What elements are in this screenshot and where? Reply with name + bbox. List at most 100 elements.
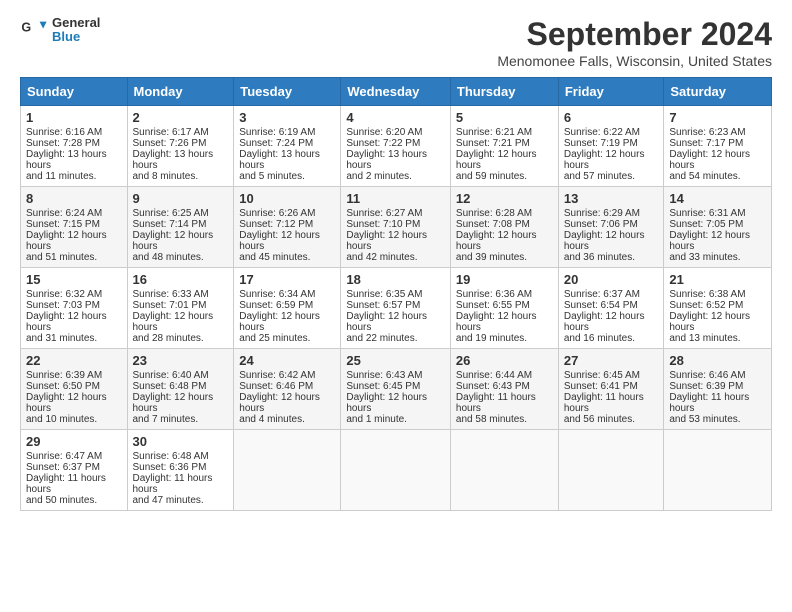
day-header-friday: Friday	[558, 78, 664, 106]
daylight-info-cont: and 8 minutes.	[133, 171, 199, 182]
calendar: SundayMondayTuesdayWednesdayThursdayFrid…	[20, 77, 772, 511]
sun-info: Sunrise: 6:22 AM	[564, 127, 640, 138]
calendar-cell: 10Sunrise: 6:26 AMSunset: 7:12 PMDayligh…	[234, 187, 341, 268]
calendar-cell: 28Sunrise: 6:46 AMSunset: 6:39 PMDayligh…	[664, 349, 772, 430]
day-number: 15	[26, 272, 122, 287]
daylight-info: Daylight: 13 hours hours	[346, 149, 427, 171]
calendar-cell	[664, 430, 772, 511]
sun-info: Sunset: 7:24 PM	[239, 138, 313, 149]
sun-info: Sunset: 7:22 PM	[346, 138, 420, 149]
calendar-week-row: 15Sunrise: 6:32 AMSunset: 7:03 PMDayligh…	[21, 268, 772, 349]
daylight-info-cont: and 36 minutes.	[564, 252, 635, 263]
sun-info: Sunrise: 6:21 AM	[456, 127, 532, 138]
day-number: 28	[669, 353, 766, 368]
sun-info: Sunset: 7:17 PM	[669, 138, 743, 149]
logo-line2: Blue	[52, 30, 100, 44]
daylight-info: Daylight: 12 hours hours	[456, 311, 537, 333]
daylight-info-cont: and 10 minutes.	[26, 414, 97, 425]
calendar-cell: 23Sunrise: 6:40 AMSunset: 6:48 PMDayligh…	[127, 349, 234, 430]
calendar-cell: 8Sunrise: 6:24 AMSunset: 7:15 PMDaylight…	[21, 187, 128, 268]
daylight-info-cont: and 51 minutes.	[26, 252, 97, 263]
calendar-cell: 29Sunrise: 6:47 AMSunset: 6:37 PMDayligh…	[21, 430, 128, 511]
daylight-info: Daylight: 11 hours hours	[26, 473, 106, 495]
daylight-info: Daylight: 11 hours hours	[564, 392, 644, 414]
sun-info: Sunset: 7:26 PM	[133, 138, 207, 149]
sun-info: Sunset: 6:39 PM	[669, 381, 743, 392]
calendar-week-row: 1Sunrise: 6:16 AMSunset: 7:28 PMDaylight…	[21, 106, 772, 187]
daylight-info: Daylight: 12 hours hours	[239, 392, 320, 414]
sun-info: Sunset: 6:57 PM	[346, 300, 420, 311]
day-number: 13	[564, 191, 659, 206]
sun-info: Sunrise: 6:46 AM	[669, 370, 745, 381]
day-number: 30	[133, 434, 229, 449]
daylight-info-cont: and 4 minutes.	[239, 414, 305, 425]
daylight-info: Daylight: 11 hours hours	[456, 392, 536, 414]
daylight-info-cont: and 22 minutes.	[346, 333, 417, 344]
calendar-cell: 11Sunrise: 6:27 AMSunset: 7:10 PMDayligh…	[341, 187, 451, 268]
calendar-cell	[234, 430, 341, 511]
daylight-info: Daylight: 12 hours hours	[564, 311, 645, 333]
day-number: 1	[26, 110, 122, 125]
daylight-info: Daylight: 13 hours hours	[26, 149, 107, 171]
sun-info: Sunrise: 6:28 AM	[456, 208, 532, 219]
sun-info: Sunrise: 6:27 AM	[346, 208, 422, 219]
sun-info: Sunrise: 6:26 AM	[239, 208, 315, 219]
daylight-info: Daylight: 12 hours hours	[669, 230, 750, 252]
sun-info: Sunset: 6:52 PM	[669, 300, 743, 311]
calendar-cell: 25Sunrise: 6:43 AMSunset: 6:45 PMDayligh…	[341, 349, 451, 430]
day-number: 24	[239, 353, 335, 368]
calendar-cell: 20Sunrise: 6:37 AMSunset: 6:54 PMDayligh…	[558, 268, 664, 349]
daylight-info-cont: and 1 minute.	[346, 414, 407, 425]
sun-info: Sunrise: 6:47 AM	[26, 451, 102, 462]
day-number: 9	[133, 191, 229, 206]
sun-info: Sunset: 6:50 PM	[26, 381, 100, 392]
calendar-week-row: 22Sunrise: 6:39 AMSunset: 6:50 PMDayligh…	[21, 349, 772, 430]
location-title: Menomonee Falls, Wisconsin, United State…	[497, 53, 772, 69]
daylight-info: Daylight: 12 hours hours	[456, 149, 537, 171]
daylight-info: Daylight: 12 hours hours	[26, 392, 107, 414]
sun-info: Sunrise: 6:35 AM	[346, 289, 422, 300]
calendar-cell: 3Sunrise: 6:19 AMSunset: 7:24 PMDaylight…	[234, 106, 341, 187]
daylight-info-cont: and 28 minutes.	[133, 333, 204, 344]
daylight-info-cont: and 54 minutes.	[669, 171, 740, 182]
day-number: 14	[669, 191, 766, 206]
daylight-info-cont: and 13 minutes.	[669, 333, 740, 344]
sun-info: Sunset: 7:14 PM	[133, 219, 207, 230]
calendar-cell: 2Sunrise: 6:17 AMSunset: 7:26 PMDaylight…	[127, 106, 234, 187]
calendar-header-row: SundayMondayTuesdayWednesdayThursdayFrid…	[21, 78, 772, 106]
sun-info: Sunrise: 6:32 AM	[26, 289, 102, 300]
calendar-cell: 27Sunrise: 6:45 AMSunset: 6:41 PMDayligh…	[558, 349, 664, 430]
sun-info: Sunset: 6:55 PM	[456, 300, 530, 311]
calendar-cell: 5Sunrise: 6:21 AMSunset: 7:21 PMDaylight…	[450, 106, 558, 187]
sun-info: Sunrise: 6:34 AM	[239, 289, 315, 300]
daylight-info: Daylight: 12 hours hours	[564, 149, 645, 171]
sun-info: Sunset: 7:19 PM	[564, 138, 638, 149]
daylight-info-cont: and 56 minutes.	[564, 414, 635, 425]
day-header-wednesday: Wednesday	[341, 78, 451, 106]
daylight-info-cont: and 58 minutes.	[456, 414, 527, 425]
calendar-cell	[558, 430, 664, 511]
day-number: 6	[564, 110, 659, 125]
daylight-info-cont: and 2 minutes.	[346, 171, 412, 182]
daylight-info-cont: and 33 minutes.	[669, 252, 740, 263]
sun-info: Sunrise: 6:40 AM	[133, 370, 209, 381]
calendar-cell: 19Sunrise: 6:36 AMSunset: 6:55 PMDayligh…	[450, 268, 558, 349]
calendar-cell	[341, 430, 451, 511]
sun-info: Sunset: 6:43 PM	[456, 381, 530, 392]
daylight-info-cont: and 16 minutes.	[564, 333, 635, 344]
calendar-cell: 21Sunrise: 6:38 AMSunset: 6:52 PMDayligh…	[664, 268, 772, 349]
sun-info: Sunset: 6:46 PM	[239, 381, 313, 392]
daylight-info-cont: and 25 minutes.	[239, 333, 310, 344]
logo: G General Blue	[20, 16, 100, 45]
day-number: 21	[669, 272, 766, 287]
sun-info: Sunrise: 6:24 AM	[26, 208, 102, 219]
daylight-info-cont: and 59 minutes.	[456, 171, 527, 182]
daylight-info: Daylight: 13 hours hours	[239, 149, 320, 171]
sun-info: Sunrise: 6:45 AM	[564, 370, 640, 381]
day-number: 5	[456, 110, 553, 125]
day-number: 22	[26, 353, 122, 368]
daylight-info: Daylight: 12 hours hours	[133, 392, 214, 414]
sun-info: Sunset: 6:45 PM	[346, 381, 420, 392]
day-header-saturday: Saturday	[664, 78, 772, 106]
calendar-cell: 17Sunrise: 6:34 AMSunset: 6:59 PMDayligh…	[234, 268, 341, 349]
